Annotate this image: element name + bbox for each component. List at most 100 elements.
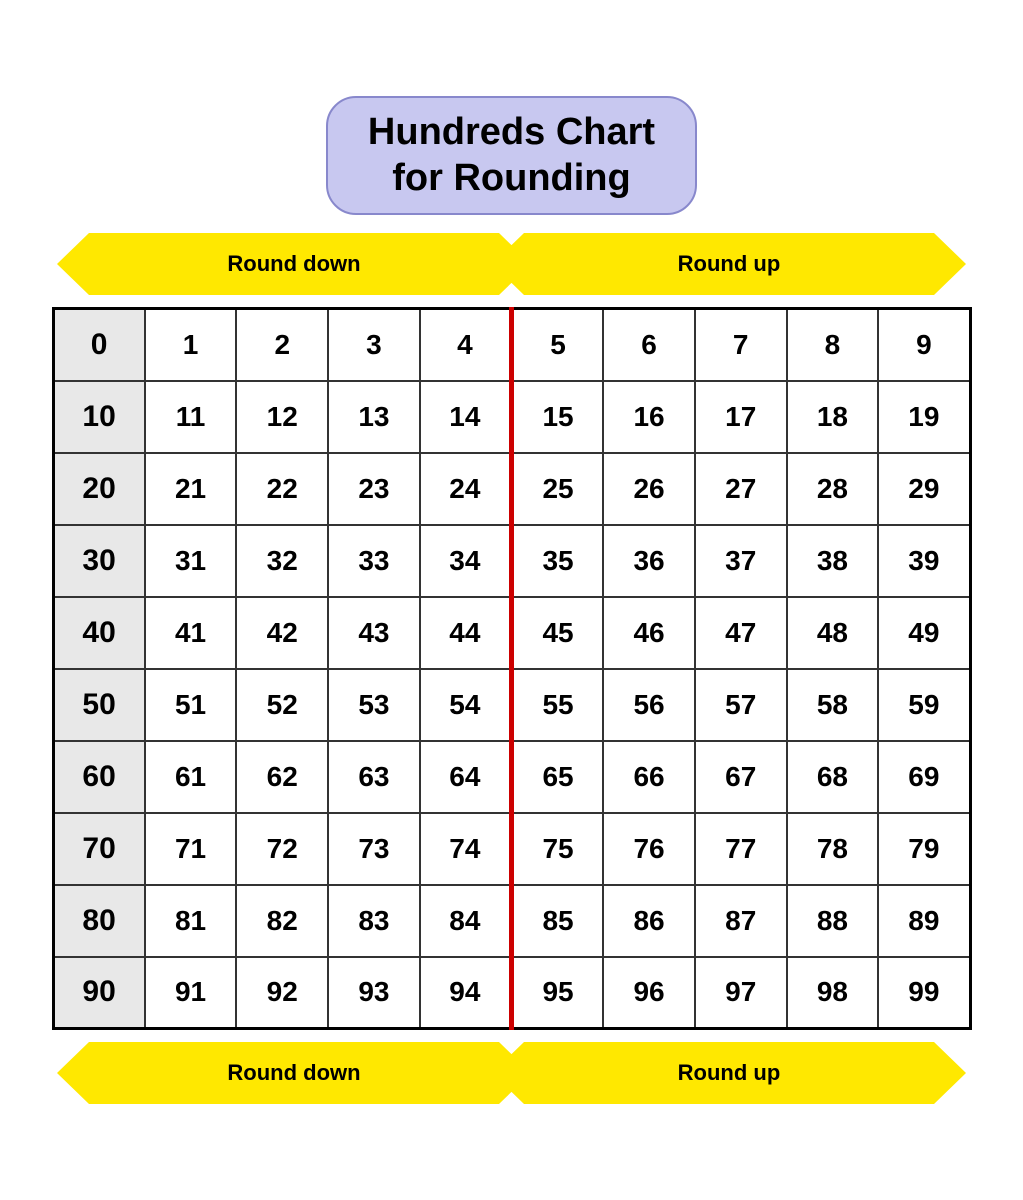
number-cell: 42 [236, 597, 328, 669]
number-cell: 39 [878, 525, 970, 597]
number-cell: 35 [511, 525, 603, 597]
number-cell: 98 [787, 957, 879, 1029]
table-row: 90919293949596979899 [53, 957, 970, 1029]
number-cell: 25 [511, 453, 603, 525]
number-cell: 63 [328, 741, 420, 813]
number-cell: 93 [328, 957, 420, 1029]
number-cell: 84 [420, 885, 512, 957]
number-cell: 64 [420, 741, 512, 813]
number-cell: 79 [878, 813, 970, 885]
number-cell: 91 [145, 957, 237, 1029]
tens-cell: 0 [53, 309, 145, 381]
number-cell: 68 [787, 741, 879, 813]
number-cell: 74 [420, 813, 512, 885]
title-line2: for Rounding [392, 157, 630, 199]
number-cell: 34 [420, 525, 512, 597]
number-cell: 62 [236, 741, 328, 813]
top-round-up-arrow: Round up [524, 233, 934, 295]
number-cell: 37 [695, 525, 787, 597]
number-cell: 75 [511, 813, 603, 885]
number-cell: 6 [603, 309, 695, 381]
number-cell: 12 [236, 381, 328, 453]
number-cell: 83 [328, 885, 420, 957]
top-round-up-label: Round up [678, 251, 781, 277]
number-cell: 15 [511, 381, 603, 453]
number-cell: 36 [603, 525, 695, 597]
title-box: Hundreds Chart for Rounding [326, 96, 697, 215]
tens-cell: 80 [53, 885, 145, 957]
tens-cell: 30 [53, 525, 145, 597]
number-cell: 28 [787, 453, 879, 525]
table-row: 80818283848586878889 [53, 885, 970, 957]
number-cell: 69 [878, 741, 970, 813]
number-cell: 16 [603, 381, 695, 453]
number-cell: 45 [511, 597, 603, 669]
bottom-arrow-right-container: Round up [517, 1042, 937, 1104]
number-cell: 87 [695, 885, 787, 957]
number-cell: 1 [145, 309, 237, 381]
number-cell: 27 [695, 453, 787, 525]
number-cell: 9 [878, 309, 970, 381]
number-cell: 72 [236, 813, 328, 885]
table-row: 20212223242526272829 [53, 453, 970, 525]
number-cell: 51 [145, 669, 237, 741]
number-cell: 97 [695, 957, 787, 1029]
number-cell: 71 [145, 813, 237, 885]
tens-cell: 50 [53, 669, 145, 741]
number-cell: 33 [328, 525, 420, 597]
number-cell: 4 [420, 309, 512, 381]
number-cell: 86 [603, 885, 695, 957]
top-round-down-label: Round down [227, 251, 360, 277]
number-cell: 57 [695, 669, 787, 741]
number-cell: 81 [145, 885, 237, 957]
number-cell: 2 [236, 309, 328, 381]
tens-cell: 20 [53, 453, 145, 525]
number-cell: 82 [236, 885, 328, 957]
number-cell: 53 [328, 669, 420, 741]
number-cell: 99 [878, 957, 970, 1029]
number-cell: 18 [787, 381, 879, 453]
number-cell: 48 [787, 597, 879, 669]
table-row: 0123456789 [53, 309, 970, 381]
title-text: Hundreds Chart for Rounding [368, 110, 655, 201]
number-cell: 5 [511, 309, 603, 381]
bottom-arrows: Round down Round up [52, 1042, 972, 1104]
number-cell: 92 [236, 957, 328, 1029]
number-cell: 49 [878, 597, 970, 669]
tens-cell: 60 [53, 741, 145, 813]
top-arrow-left-container: Round down [87, 233, 507, 295]
table-row: 30313233343536373839 [53, 525, 970, 597]
number-cell: 73 [328, 813, 420, 885]
top-arrow-right-container: Round up [517, 233, 937, 295]
number-cell: 17 [695, 381, 787, 453]
bottom-round-up-arrow: Round up [524, 1042, 934, 1104]
number-cell: 26 [603, 453, 695, 525]
number-cell: 89 [878, 885, 970, 957]
number-cell: 46 [603, 597, 695, 669]
number-cell: 38 [787, 525, 879, 597]
tens-cell: 90 [53, 957, 145, 1029]
number-cell: 52 [236, 669, 328, 741]
number-cell: 94 [420, 957, 512, 1029]
number-cell: 77 [695, 813, 787, 885]
number-cell: 3 [328, 309, 420, 381]
bottom-arrow-left-container: Round down [87, 1042, 507, 1104]
number-cell: 21 [145, 453, 237, 525]
number-cell: 78 [787, 813, 879, 885]
number-cell: 8 [787, 309, 879, 381]
tens-cell: 70 [53, 813, 145, 885]
tens-cell: 40 [53, 597, 145, 669]
table-row: 60616263646566676869 [53, 741, 970, 813]
number-cell: 23 [328, 453, 420, 525]
number-cell: 43 [328, 597, 420, 669]
number-cell: 59 [878, 669, 970, 741]
number-cell: 41 [145, 597, 237, 669]
number-cell: 61 [145, 741, 237, 813]
number-cell: 47 [695, 597, 787, 669]
number-cell: 96 [603, 957, 695, 1029]
number-cell: 54 [420, 669, 512, 741]
title-line1: Hundreds Chart [368, 111, 655, 153]
number-cell: 31 [145, 525, 237, 597]
number-cell: 14 [420, 381, 512, 453]
table-row: 70717273747576777879 [53, 813, 970, 885]
